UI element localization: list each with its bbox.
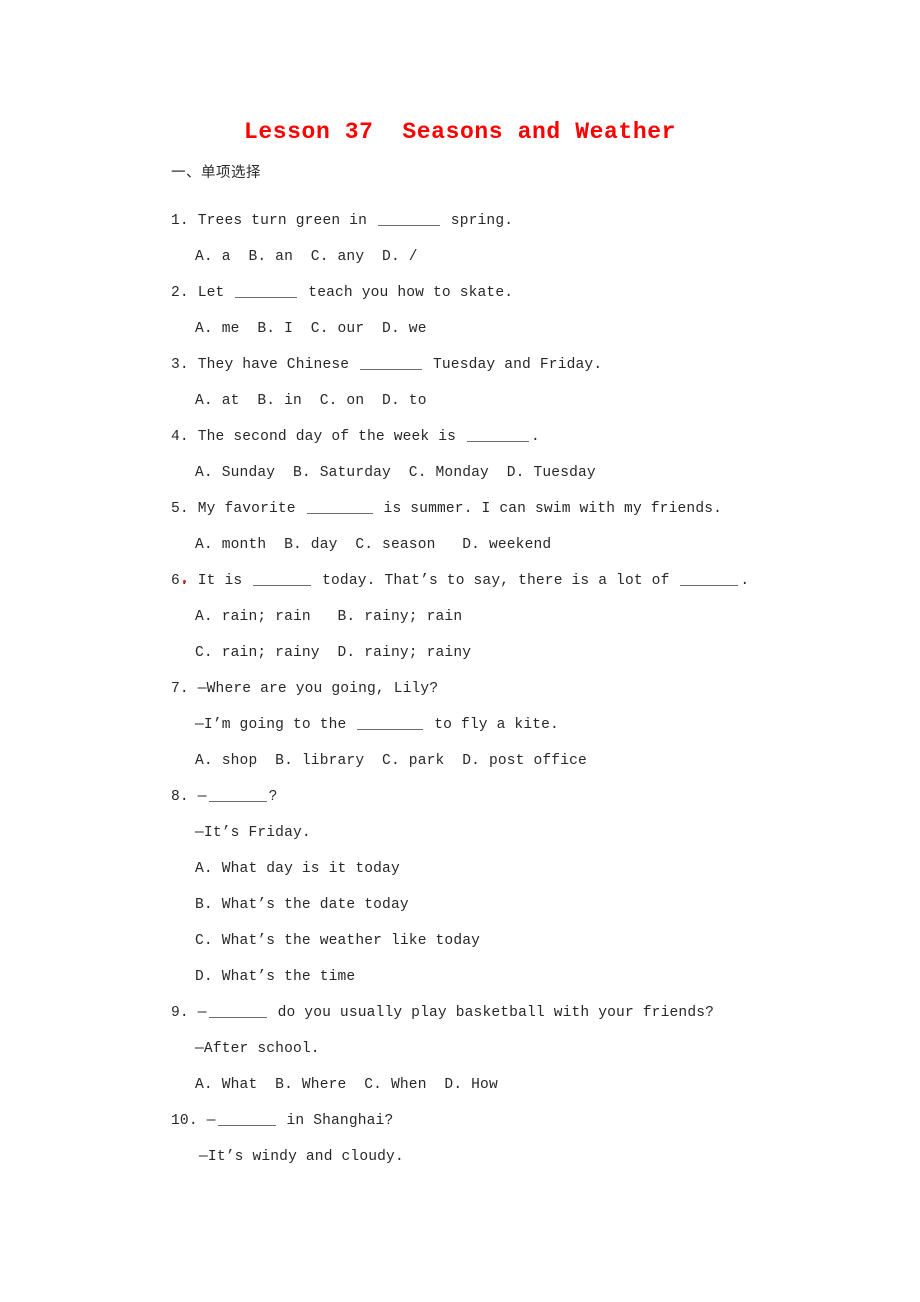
question-10: 10. — in Shanghai? —It’s windy and cloud… bbox=[171, 1103, 811, 1175]
question-3-number: 3. bbox=[171, 356, 189, 373]
question-10-blank[interactable] bbox=[217, 1111, 276, 1126]
question-2-blank[interactable] bbox=[235, 283, 298, 298]
question-3-options[interactable]: A. at B. in C. on D. to bbox=[195, 383, 811, 419]
question-8-option-c[interactable]: C. What’s the weather like today bbox=[195, 923, 811, 959]
question-2: 2. Let teach you how to skate. A. me B. … bbox=[171, 275, 811, 347]
question-4-stem-before: The second day of the week is bbox=[188, 428, 465, 445]
question-1-number: 1. bbox=[171, 212, 189, 229]
question-5: 5. My favorite is summer. I can swim wit… bbox=[171, 491, 811, 563]
question-2-stem-after: teach you how to skate. bbox=[299, 284, 514, 301]
question-4-number: 4. bbox=[171, 428, 189, 445]
question-3-blank[interactable] bbox=[360, 355, 423, 370]
question-2-options[interactable]: A. me B. I C. our D. we bbox=[195, 311, 811, 347]
question-7-blank[interactable] bbox=[357, 715, 424, 730]
question-7-stem-line: —Where are you going, Lily? bbox=[188, 680, 439, 697]
question-6-stem-after: . bbox=[740, 572, 750, 589]
question-8-option-a[interactable]: A. What day is it today bbox=[195, 851, 811, 887]
question-7-stem: 7. —Where are you going, Lily? bbox=[171, 671, 811, 707]
question-2-stem-before: Let bbox=[188, 284, 234, 301]
question-6: 6. It is today. That’s to say, there is … bbox=[171, 563, 811, 671]
section-heading-multiple-choice: 一、单项选择 bbox=[171, 165, 261, 181]
page-title: Lesson 37 Seasons and Weather bbox=[243, 119, 677, 145]
question-2-number: 2. bbox=[171, 284, 189, 301]
question-6-stem: 6. It is today. That’s to say, there is … bbox=[171, 563, 811, 599]
question-9: 9. — do you usually play basketball with… bbox=[171, 995, 811, 1103]
question-8-option-d[interactable]: D. What’s the time bbox=[195, 959, 811, 995]
scan-artifact-speck bbox=[182, 579, 186, 583]
question-9-number: 9. bbox=[171, 1004, 189, 1021]
question-9-stem-before: — bbox=[188, 1004, 207, 1021]
question-6-number: 6. bbox=[171, 572, 189, 589]
question-7-options[interactable]: A. shop B. library C. park D. post offic… bbox=[195, 743, 811, 779]
question-5-number: 5. bbox=[171, 500, 189, 517]
question-1-stem-before: Trees turn green in bbox=[188, 212, 376, 229]
question-8-number: 8. bbox=[171, 788, 189, 805]
question-10-reply: —It’s windy and cloudy. bbox=[199, 1148, 404, 1165]
question-4: 4. The second day of the week is . A. Su… bbox=[171, 419, 811, 491]
question-8: 8. —? —It’s Friday. A. What day is it to… bbox=[171, 779, 811, 995]
question-3-stem-before: They have Chinese bbox=[188, 356, 359, 373]
question-9-options[interactable]: A. What B. Where C. When D. How bbox=[195, 1067, 811, 1103]
question-2-stem: 2. Let teach you how to skate. bbox=[171, 275, 811, 311]
question-1-stem-after: spring. bbox=[441, 212, 514, 229]
question-6-stem-before: It is bbox=[188, 572, 252, 589]
question-5-blank[interactable] bbox=[306, 499, 373, 514]
question-1-options[interactable]: A. a B. an C. any D. / bbox=[195, 239, 811, 275]
question-9-reply: —After school. bbox=[195, 1040, 320, 1057]
question-5-stem-before: My favorite bbox=[188, 500, 305, 517]
question-3: 3. They have Chinese Tuesday and Friday.… bbox=[171, 347, 811, 419]
question-9-blank[interactable] bbox=[208, 1003, 267, 1018]
question-4-stem-after: . bbox=[530, 428, 540, 445]
question-8-reply: —It’s Friday. bbox=[195, 824, 311, 841]
question-7-number: 7. bbox=[171, 680, 189, 697]
question-3-stem-after: Tuesday and Friday. bbox=[424, 356, 603, 373]
question-5-stem-after: is summer. I can swim with my friends. bbox=[374, 500, 723, 517]
question-9-stem: 9. — do you usually play basketball with… bbox=[171, 995, 811, 1031]
question-6-options-line-1[interactable]: A. rain; rain B. rainy; rain bbox=[195, 599, 811, 635]
question-8-stem-before: — bbox=[188, 788, 207, 805]
question-4-stem: 4. The second day of the week is . bbox=[171, 419, 811, 455]
question-1-blank[interactable] bbox=[377, 211, 440, 226]
question-6-options-line-2[interactable]: C. rain; rainy D. rainy; rainy bbox=[195, 635, 811, 671]
question-1-stem: 1. Trees turn green in spring. bbox=[171, 203, 811, 239]
question-10-stem-before: — bbox=[197, 1112, 216, 1129]
question-7-reply-after: to fly a kite. bbox=[425, 716, 559, 733]
question-6-blank-1[interactable] bbox=[253, 571, 312, 586]
question-9-stem-after: do you usually play basketball with your… bbox=[268, 1004, 715, 1021]
question-6-blank-2[interactable] bbox=[680, 571, 739, 586]
question-3-stem: 3. They have Chinese Tuesday and Friday. bbox=[171, 347, 811, 383]
question-8-stem: 8. —? bbox=[171, 779, 811, 815]
question-8-option-b[interactable]: B. What’s the date today bbox=[195, 887, 811, 923]
exercise-content: 一、单项选择 1. Trees turn green in spring. A.… bbox=[171, 166, 811, 1175]
question-8-stem-after: ? bbox=[268, 788, 278, 805]
question-10-number: 10. bbox=[171, 1112, 198, 1129]
question-7-reply: —I’m going to the to fly a kite. bbox=[195, 707, 811, 743]
question-5-options[interactable]: A. month B. day C. season D. weekend bbox=[195, 527, 811, 563]
question-1: 1. Trees turn green in spring. A. a B. a… bbox=[171, 203, 811, 275]
question-5-stem: 5. My favorite is summer. I can swim wit… bbox=[171, 491, 811, 527]
question-10-stem: 10. — in Shanghai? bbox=[171, 1103, 811, 1139]
question-4-options[interactable]: A. Sunday B. Saturday C. Monday D. Tuesd… bbox=[195, 455, 811, 491]
question-6-stem-mid: today. That’s to say, there is a lot of bbox=[313, 572, 679, 589]
worksheet-page: Lesson 37 Seasons and Weather 一、单项选择 1. … bbox=[0, 0, 920, 1302]
question-4-blank[interactable] bbox=[466, 427, 529, 442]
question-7-reply-before: —I’m going to the bbox=[195, 716, 356, 733]
question-8-blank[interactable] bbox=[208, 787, 267, 802]
question-10-stem-after: in Shanghai? bbox=[277, 1112, 394, 1129]
question-7: 7. —Where are you going, Lily? —I’m goin… bbox=[171, 671, 811, 779]
